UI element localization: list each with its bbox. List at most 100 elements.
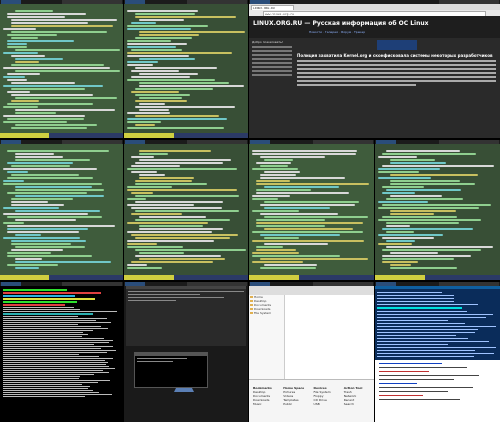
message-row[interactable] [377, 292, 443, 293]
message-row[interactable] [377, 332, 475, 333]
process-row[interactable] [3, 390, 94, 391]
message-row[interactable] [377, 295, 455, 296]
message-pager[interactable] [375, 360, 500, 422]
message-row[interactable] [377, 338, 468, 339]
message-index[interactable] [375, 286, 500, 360]
site-nav[interactable]: Новости · Галерея · Форум · Трекер [309, 30, 365, 34]
process-row[interactable] [3, 320, 96, 321]
process-row[interactable] [3, 362, 108, 363]
terminal-window-3[interactable] [0, 140, 123, 280]
panel-item[interactable]: Search [344, 402, 370, 406]
panel-item[interactable]: Public [283, 402, 309, 406]
web-browser-window[interactable]: LINUX.ORG.RU www.linux.org.ru LINUX.ORG.… [249, 0, 500, 138]
code-editor-pane[interactable] [375, 144, 500, 275]
process-row[interactable] [3, 326, 102, 327]
process-row[interactable] [3, 388, 88, 389]
panel-item[interactable]: Music [253, 402, 279, 406]
message-row[interactable] [377, 335, 457, 336]
shell-pane[interactable] [124, 144, 248, 275]
terminal-window-5[interactable] [249, 140, 374, 280]
process-row[interactable] [3, 311, 117, 312]
process-row[interactable] [3, 382, 98, 383]
panel-item[interactable]: USB [314, 402, 340, 406]
process-list[interactable] [3, 288, 120, 414]
file-manager-window[interactable]: Home Desktop Documents Downloads File Sy… [249, 282, 374, 422]
code-editor-pane[interactable] [0, 4, 123, 133]
terminal-window-4[interactable] [124, 140, 248, 280]
process-row[interactable] [3, 386, 91, 387]
message-row[interactable] [377, 344, 448, 345]
process-row[interactable] [3, 332, 83, 333]
ad-banner[interactable] [376, 40, 417, 50]
message-row[interactable] [377, 317, 487, 318]
mail-client-window[interactable] [375, 282, 500, 422]
process-row[interactable] [3, 394, 112, 395]
process-row[interactable] [3, 354, 80, 355]
process-row[interactable] [3, 378, 80, 379]
process-row[interactable] [3, 342, 109, 343]
process-row[interactable] [3, 380, 110, 381]
message-row[interactable] [377, 353, 495, 354]
process-row[interactable] [3, 350, 116, 351]
htop-process-monitor[interactable] [0, 282, 123, 422]
process-row[interactable] [3, 330, 93, 331]
process-row[interactable] [3, 309, 81, 310]
sidebar-item[interactable]: File System [249, 311, 284, 315]
process-row[interactable] [3, 322, 112, 323]
process-row[interactable] [3, 366, 110, 367]
process-row[interactable] [3, 336, 83, 337]
code-editor-pane[interactable] [124, 4, 248, 133]
process-row[interactable] [3, 372, 109, 373]
message-row[interactable] [377, 307, 462, 309]
message-row[interactable] [377, 326, 496, 327]
message-row[interactable] [377, 347, 496, 348]
top-terminal[interactable] [126, 286, 246, 346]
process-row[interactable] [3, 334, 88, 335]
process-row[interactable] [3, 346, 114, 347]
process-row[interactable] [3, 392, 100, 393]
process-row[interactable] [3, 324, 78, 325]
process-row[interactable] [3, 360, 106, 361]
code-editor-pane[interactable] [249, 144, 374, 275]
window-titlebar[interactable] [135, 353, 207, 356]
message-row[interactable] [377, 323, 466, 324]
workspace-indicator[interactable] [1, 282, 21, 286]
process-row[interactable] [3, 396, 86, 397]
message-row[interactable] [377, 298, 454, 299]
shell-pane[interactable] [0, 144, 123, 275]
process-row[interactable] [3, 374, 95, 375]
article-title[interactable]: Полиция захватила Kernel.org и сконфиско… [297, 53, 496, 58]
message-row[interactable] [377, 341, 489, 342]
process-row[interactable] [3, 356, 100, 357]
floating-terminal[interactable] [134, 352, 208, 388]
message-row[interactable] [377, 356, 474, 357]
process-row[interactable] [3, 358, 114, 359]
message-row[interactable] [377, 304, 479, 305]
message-row[interactable] [377, 350, 475, 351]
process-row[interactable] [3, 352, 108, 353]
process-row[interactable] [3, 338, 104, 339]
file-view[interactable] [285, 295, 374, 380]
process-row[interactable] [3, 328, 109, 329]
process-row[interactable] [3, 340, 113, 341]
message-row[interactable] [377, 301, 454, 302]
process-row[interactable] [3, 364, 106, 365]
message-row[interactable] [377, 311, 467, 312]
process-row[interactable] [3, 368, 115, 369]
terminal-window-6[interactable] [375, 140, 500, 280]
terminal-code-window-2[interactable] [124, 0, 248, 138]
message-row[interactable] [377, 329, 479, 330]
desktop-with-terminal[interactable] [124, 282, 248, 422]
message-row[interactable] [377, 320, 449, 321]
process-row[interactable] [3, 348, 102, 349]
process-row[interactable] [3, 316, 79, 317]
terminal-code-window-1[interactable] [0, 0, 123, 138]
process-row[interactable] [3, 376, 80, 377]
process-row[interactable] [3, 384, 83, 385]
message-row[interactable] [377, 314, 493, 315]
process-row[interactable] [3, 318, 107, 319]
process-row[interactable] [3, 370, 104, 371]
process-row[interactable] [3, 307, 75, 308]
process-row[interactable] [3, 313, 94, 315]
site-title[interactable]: LINUX.ORG.RU — Русская информация об ОС … [253, 20, 429, 27]
